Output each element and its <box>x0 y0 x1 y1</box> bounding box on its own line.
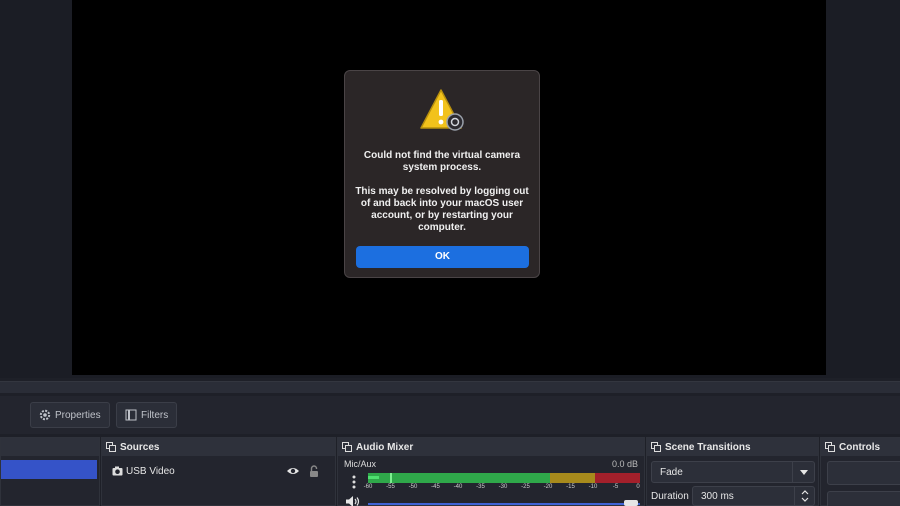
filters-button[interactable]: Filters <box>116 402 178 428</box>
meter-tick: -15 <box>566 484 575 490</box>
filters-label: Filters <box>141 409 169 421</box>
scenes-dock-header <box>1 438 99 456</box>
scene-transitions-dock: Scene Transitions Fade Duration 300 ms <box>646 437 819 506</box>
gear-icon <box>39 409 51 421</box>
duration-spinbox[interactable]: 300 ms <box>692 486 815 506</box>
meter-tick: 0 <box>636 484 640 490</box>
sources-dock: Sources USB Video <box>101 437 336 506</box>
duration-label: Duration <box>651 491 689 502</box>
chevron-down-icon <box>792 462 814 482</box>
channel-menu-icon[interactable] <box>348 474 360 490</box>
preview-status-strip <box>0 381 900 393</box>
meter-tick: -25 <box>521 484 530 490</box>
dock-float-icon[interactable] <box>651 442 661 452</box>
transition-select-value: Fade <box>660 466 683 478</box>
channel-name: Mic/Aux <box>344 459 377 469</box>
dock-float-icon[interactable] <box>342 442 352 452</box>
channel-level: 0.0 dB <box>611 459 638 469</box>
volume-slider[interactable] <box>368 503 640 505</box>
sources-dock-header: Sources <box>102 438 335 456</box>
volume-slider-handle[interactable] <box>624 500 638 506</box>
meter-tick: -35 <box>476 484 485 490</box>
dialog-title: Could not find the virtual camera system… <box>363 150 521 173</box>
scene-item-selected[interactable] <box>1 460 97 479</box>
duration-value: 300 ms <box>701 490 734 502</box>
meter-tick: -40 <box>453 484 463 490</box>
scenes-dock <box>0 437 100 506</box>
eye-icon[interactable] <box>286 466 300 476</box>
volume-meter <box>368 473 640 483</box>
source-item[interactable]: USB Video <box>112 463 332 479</box>
source-item-label: USB Video <box>126 465 175 477</box>
dock-float-icon[interactable] <box>106 442 116 452</box>
start-recording-button[interactable] <box>827 491 900 506</box>
controls-dock: Controls <box>820 437 900 506</box>
controls-header: Controls <box>821 438 900 456</box>
camera-icon <box>112 466 123 476</box>
warning-icon <box>420 89 464 131</box>
properties-button[interactable]: Properties <box>30 402 110 428</box>
meter-tick: -45 <box>431 484 440 490</box>
spin-arrows-icon[interactable] <box>794 487 814 505</box>
error-dialog: Could not find the virtual camera system… <box>344 70 540 278</box>
meter-tick: -30 <box>498 484 508 490</box>
meter-scale: -60 -55 -50 -45 -40 -35 -30 -25 -20 -15 … <box>364 484 646 494</box>
scene-transitions-title: Scene Transitions <box>665 441 751 453</box>
audio-mixer-header: Audio Mixer <box>338 438 644 456</box>
filters-icon <box>125 409 137 421</box>
meter-tick: -50 <box>408 484 418 490</box>
ok-button[interactable]: OK <box>356 246 529 268</box>
scene-transitions-header: Scene Transitions <box>647 438 818 456</box>
audio-mixer-dock: Audio Mixer Mic/Aux 0.0 dB -60 -55 -50 -… <box>337 437 645 506</box>
meter-tick: -10 <box>588 484 598 490</box>
sources-title: Sources <box>120 441 160 453</box>
speaker-icon[interactable] <box>346 496 360 506</box>
controls-title: Controls <box>839 441 881 453</box>
dialog-message: This may be resolved by logging out of a… <box>355 186 529 233</box>
properties-label: Properties <box>55 409 101 421</box>
meter-tick: -5 <box>612 484 619 490</box>
audio-mixer-title: Audio Mixer <box>356 441 414 453</box>
meter-tick: -20 <box>543 484 553 490</box>
meter-tick: -55 <box>386 484 395 490</box>
lock-icon[interactable] <box>309 465 319 477</box>
meter-tick: -60 <box>363 484 373 490</box>
source-toolbar: Properties Filters <box>0 396 900 434</box>
dock-float-icon[interactable] <box>825 442 835 452</box>
transition-select[interactable]: Fade <box>651 461 815 483</box>
start-streaming-button[interactable] <box>827 461 900 485</box>
